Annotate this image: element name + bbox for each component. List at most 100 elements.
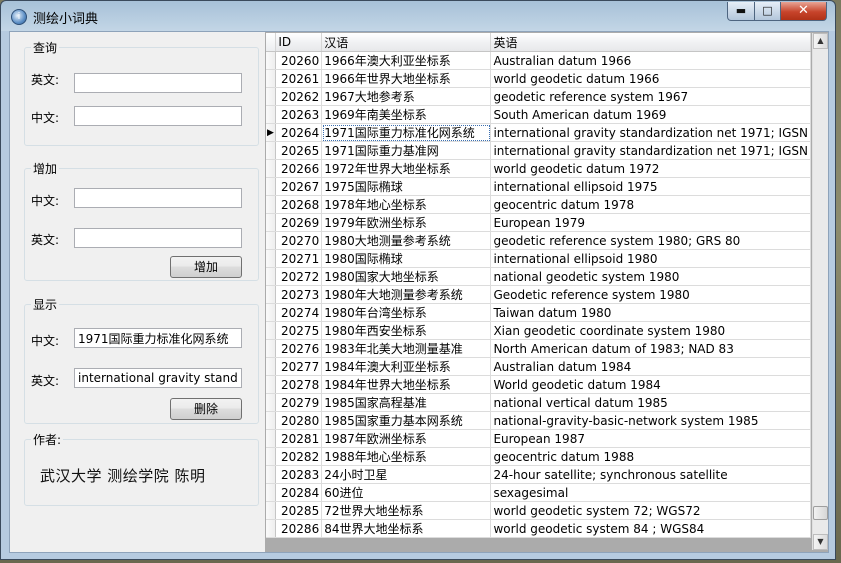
- cell-chinese[interactable]: 1966年世界大地坐标系: [321, 69, 492, 88]
- cell-english[interactable]: international gravity standardization ne…: [490, 141, 811, 160]
- vertical-scrollbar[interactable]: ▲ ▼: [812, 33, 828, 550]
- table-row[interactable]: 20278 1984年世界大地坐标系 World geodetic datum 19…: [266, 375, 811, 394]
- delete-button[interactable]: 删除: [170, 398, 242, 420]
- table-row[interactable]: ▶ 20264 1971国际重力标准化网系统 international gravit…: [266, 123, 811, 142]
- cell-id[interactable]: 20270: [275, 231, 323, 250]
- table-row[interactable]: 20273 1980年大地测量参考系统 Geodetic reference sys…: [266, 285, 811, 304]
- table-row[interactable]: 20270 1980大地测量参考系统 geodetic reference syst…: [266, 231, 811, 250]
- table-row[interactable]: 20281 1987年欧洲坐标系 European 1987: [266, 429, 811, 448]
- cell-id[interactable]: 20260: [275, 51, 323, 70]
- cell-english[interactable]: world geodetic datum 1972: [490, 159, 811, 178]
- cell-english[interactable]: international ellipsoid 1980: [490, 249, 811, 268]
- cell-english[interactable]: Australian datum 1966: [490, 51, 811, 70]
- row-header[interactable]: [266, 267, 277, 286]
- add-zh-input[interactable]: [74, 188, 242, 208]
- row-header[interactable]: [266, 519, 277, 538]
- column-header-chinese[interactable]: 汉语: [321, 33, 492, 52]
- cell-chinese[interactable]: 1979年欧洲坐标系: [321, 213, 492, 232]
- cell-chinese[interactable]: 1975国际椭球: [321, 177, 492, 196]
- cell-chinese[interactable]: 72世界大地坐标系: [321, 501, 492, 520]
- cell-id[interactable]: 20281: [275, 429, 323, 448]
- cell-chinese[interactable]: 1966年澳大利亚坐标系: [321, 51, 492, 70]
- row-header[interactable]: [266, 141, 277, 160]
- cell-chinese[interactable]: 1983年北美大地测量基准: [321, 339, 492, 358]
- table-row[interactable]: 20286 84世界大地坐标系 world geodetic system 84 ;…: [266, 519, 811, 538]
- row-header[interactable]: [266, 303, 277, 322]
- table-row[interactable]: 20279 1985国家高程基准 national vertical datum 1…: [266, 393, 811, 412]
- row-header[interactable]: [266, 375, 277, 394]
- cell-id[interactable]: 20279: [275, 393, 323, 412]
- cell-id[interactable]: 20265: [275, 141, 323, 160]
- cell-english[interactable]: national geodetic system 1980: [490, 267, 811, 286]
- row-header[interactable]: [266, 501, 277, 520]
- display-en-input[interactable]: [74, 368, 242, 388]
- cell-english[interactable]: geodetic reference system 1980; GRS 80: [490, 231, 811, 250]
- row-header[interactable]: [266, 69, 277, 88]
- cell-id[interactable]: 20282: [275, 447, 323, 466]
- cell-english[interactable]: North American datum of 1983; NAD 83: [490, 339, 811, 358]
- cell-id[interactable]: 20269: [275, 213, 323, 232]
- cell-english[interactable]: world geodetic datum 1966: [490, 69, 811, 88]
- table-row[interactable]: 20276 1983年北美大地测量基准 North American datum o…: [266, 339, 811, 358]
- cell-chinese[interactable]: 1984年世界大地坐标系: [321, 375, 492, 394]
- column-header-english[interactable]: 英语: [490, 33, 811, 52]
- cell-english[interactable]: South American datum 1969: [490, 105, 811, 124]
- cell-id[interactable]: 20274: [275, 303, 323, 322]
- row-header[interactable]: [266, 357, 277, 376]
- row-header[interactable]: ▶: [266, 123, 277, 142]
- cell-chinese[interactable]: 1980年大地测量参考系统: [321, 285, 492, 304]
- row-header[interactable]: [266, 249, 277, 268]
- cell-id[interactable]: 20285: [275, 501, 323, 520]
- cell-id[interactable]: 20286: [275, 519, 323, 538]
- row-header[interactable]: [266, 483, 277, 502]
- title-bar[interactable]: i 测绘小词典 ▬ □ ✕: [1, 1, 835, 31]
- query-en-input[interactable]: [74, 73, 242, 93]
- row-header[interactable]: [266, 465, 277, 484]
- display-zh-input[interactable]: [74, 328, 242, 348]
- cell-id[interactable]: 20277: [275, 357, 323, 376]
- cell-id[interactable]: 20264: [275, 123, 323, 142]
- table-row[interactable]: 20265 1971国际重力基准网 international gravity st…: [266, 141, 811, 160]
- cell-id[interactable]: 20284: [275, 483, 323, 502]
- cell-id[interactable]: 20280: [275, 411, 323, 430]
- add-en-input[interactable]: [74, 228, 242, 248]
- cell-chinese[interactable]: 1972年世界大地坐标系: [321, 159, 492, 178]
- cell-chinese[interactable]: 1980年台湾坐标系: [321, 303, 492, 322]
- cell-id[interactable]: 20276: [275, 339, 323, 358]
- cell-chinese[interactable]: 1971国际重力基准网: [321, 141, 492, 160]
- table-row[interactable]: 20282 1988年地心坐标系 geocentric datum 1988: [266, 447, 811, 466]
- cell-english[interactable]: national vertical datum 1985: [490, 393, 811, 412]
- cell-id[interactable]: 20263: [275, 105, 323, 124]
- row-header[interactable]: [266, 231, 277, 250]
- cell-id[interactable]: 20262: [275, 87, 323, 106]
- row-header[interactable]: [266, 339, 277, 358]
- table-row[interactable]: 20283 24小时卫星 24-hour satellite; synchronou…: [266, 465, 811, 484]
- cell-english[interactable]: Geodetic reference system 1980: [490, 285, 811, 304]
- cell-english[interactable]: Taiwan datum 1980: [490, 303, 811, 322]
- row-header[interactable]: [266, 321, 277, 340]
- cell-id[interactable]: 20267: [275, 177, 323, 196]
- table-row[interactable]: 20272 1980国家大地坐标系 national geodetic system…: [266, 267, 811, 286]
- table-row[interactable]: 20260 1966年澳大利亚坐标系 Australian datum 1966: [266, 51, 811, 70]
- table-row[interactable]: 20285 72世界大地坐标系 world geodetic system 72; …: [266, 501, 811, 520]
- cell-english[interactable]: Australian datum 1984: [490, 357, 811, 376]
- cell-id[interactable]: 20283: [275, 465, 323, 484]
- cell-chinese[interactable]: 1969年南美坐标系: [321, 105, 492, 124]
- cell-chinese[interactable]: 60进位: [321, 483, 492, 502]
- table-row[interactable]: 20277 1984年澳大利亚坐标系 Australian datum 1984: [266, 357, 811, 376]
- cell-chinese[interactable]: 1980国际椭球: [321, 249, 492, 268]
- column-header-id[interactable]: ID: [275, 33, 323, 52]
- cell-id[interactable]: 20268: [275, 195, 323, 214]
- cell-chinese[interactable]: 24小时卫星: [321, 465, 492, 484]
- cell-english[interactable]: international gravity standardization ne…: [490, 123, 811, 142]
- cell-english[interactable]: international ellipsoid 1975: [490, 177, 811, 196]
- scroll-up-button[interactable]: ▲: [813, 33, 828, 49]
- cell-english[interactable]: 24-hour satellite; synchronous satellite: [490, 465, 811, 484]
- close-button[interactable]: ✕: [780, 2, 827, 21]
- cell-chinese[interactable]: 1980大地测量参考系统: [321, 231, 492, 250]
- cell-english[interactable]: geodetic reference system 1967: [490, 87, 811, 106]
- cell-id[interactable]: 20271: [275, 249, 323, 268]
- row-header[interactable]: [266, 213, 277, 232]
- cell-english[interactable]: European 1987: [490, 429, 811, 448]
- cell-id[interactable]: 20275: [275, 321, 323, 340]
